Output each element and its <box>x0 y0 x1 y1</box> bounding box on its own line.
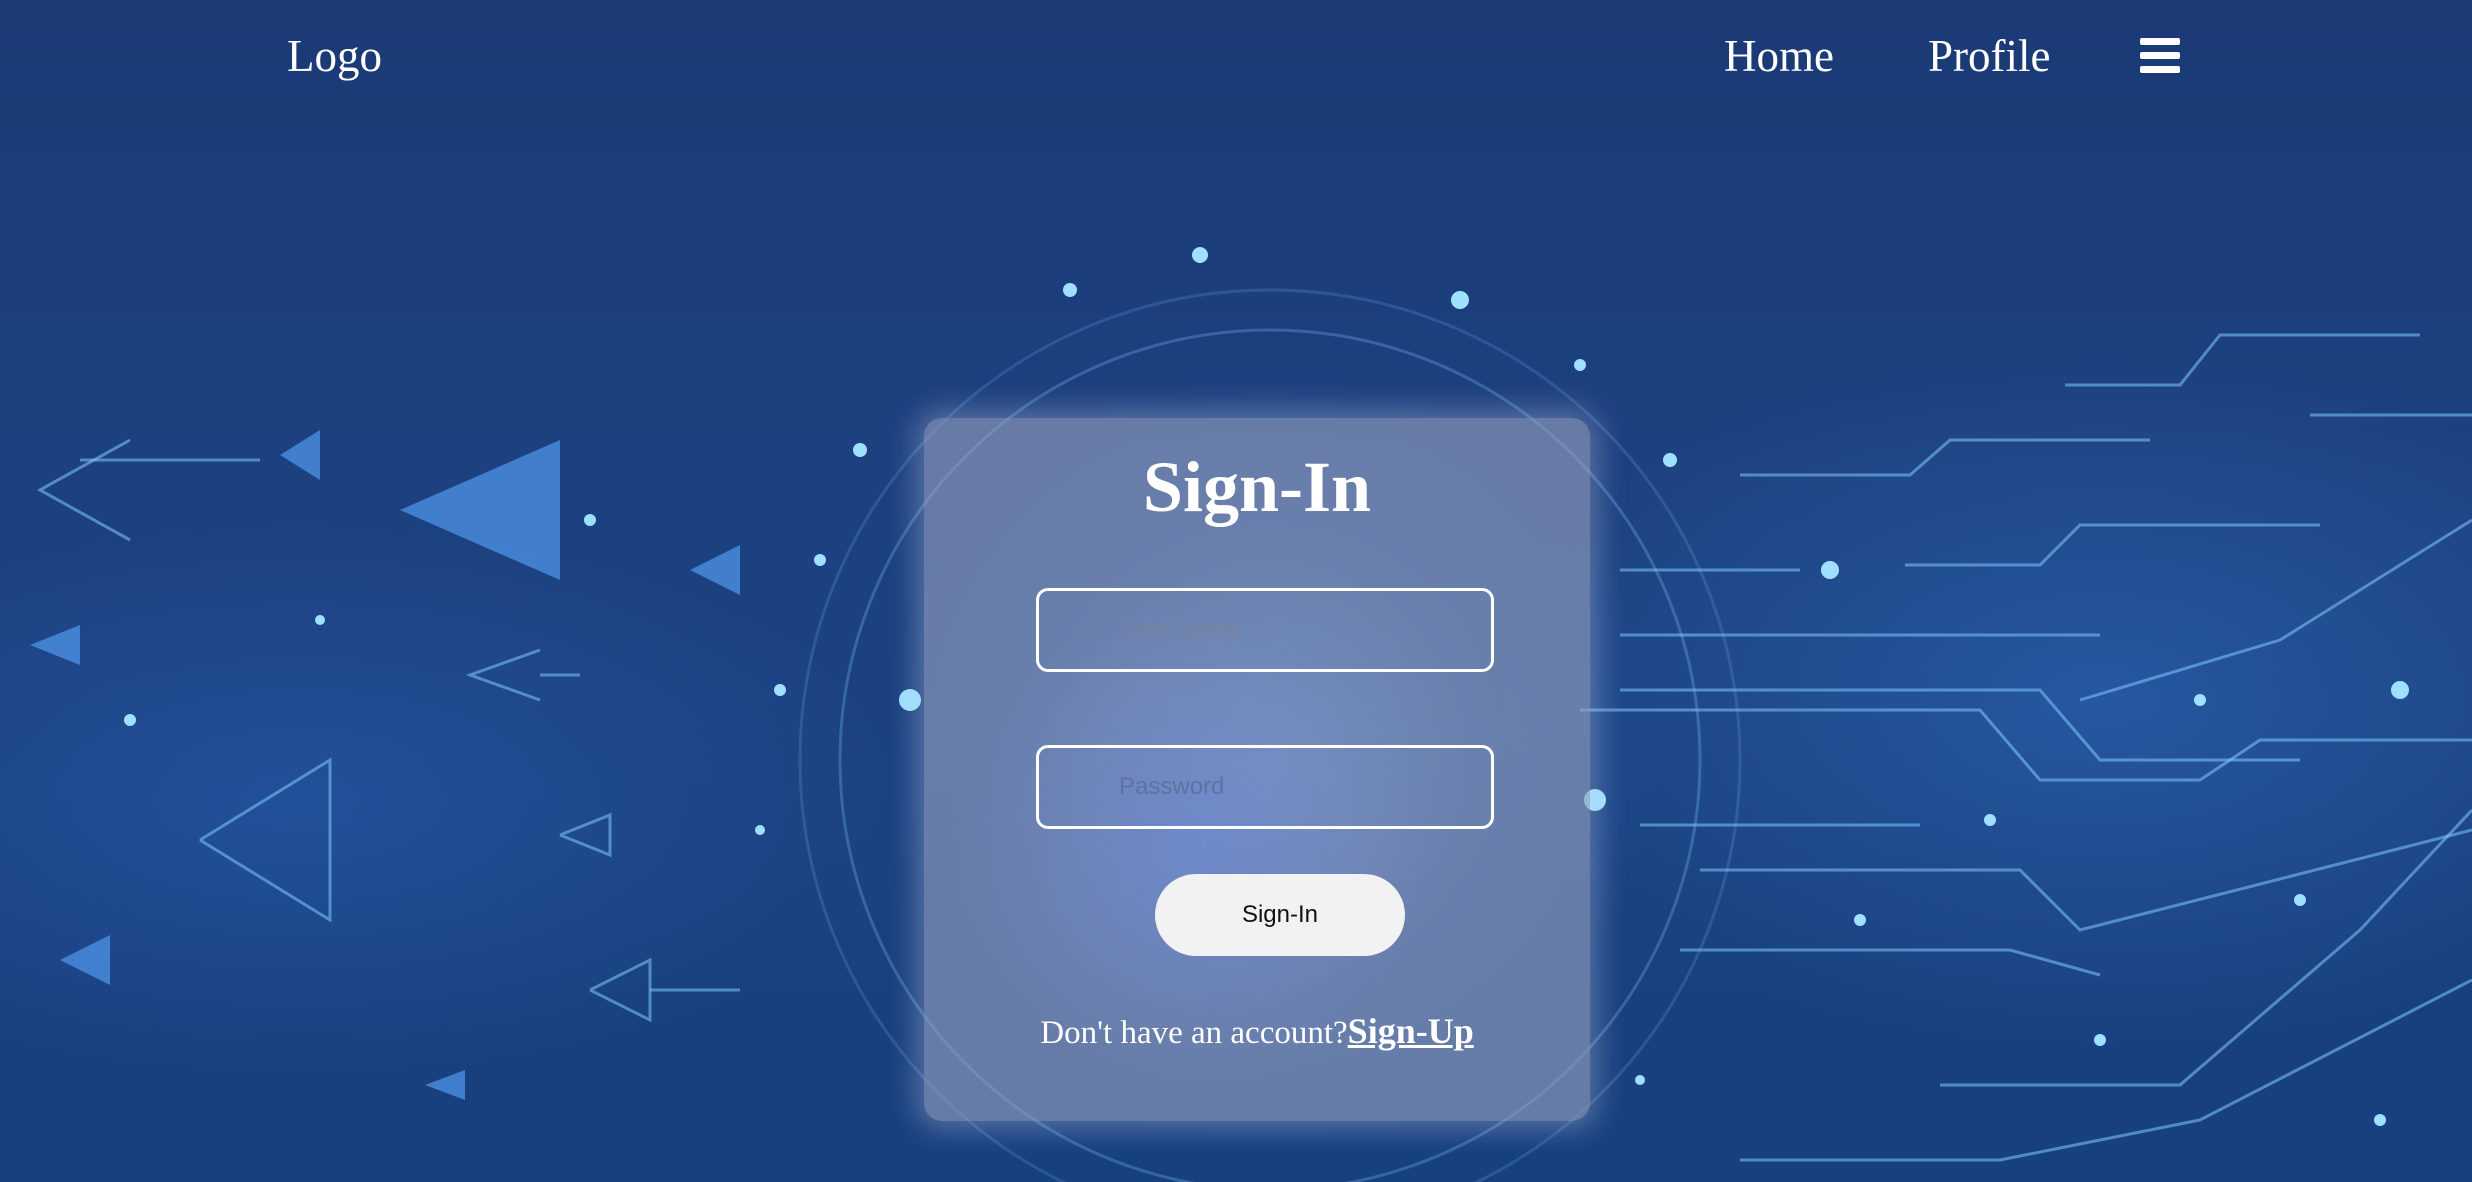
signup-link[interactable]: Sign-Up <box>1348 1011 1474 1051</box>
menu-icon-bar <box>2140 38 2180 45</box>
signin-title: Sign-In <box>1142 447 1372 527</box>
menu-icon-bar <box>2140 52 2180 59</box>
nav-link-profile[interactable]: Profile <box>1928 30 2050 82</box>
signup-prompt: Don't have an account?Sign-Up <box>924 1010 1590 1052</box>
menu-icon-bar <box>2140 66 2180 73</box>
nav-link-home[interactable]: Home <box>1724 30 1834 82</box>
username-input[interactable] <box>1036 588 1494 672</box>
site-logo[interactable]: Logo <box>287 30 382 82</box>
signup-prompt-text: Don't have an account? <box>1040 1015 1348 1051</box>
signin-card: Sign-In Sign-In Don't have an account?Si… <box>924 418 1590 1121</box>
hamburger-menu-icon[interactable] <box>2140 38 2180 74</box>
top-navbar: Logo Home Profile <box>0 0 2472 120</box>
signin-button[interactable]: Sign-In <box>1155 874 1405 956</box>
password-input[interactable] <box>1036 745 1494 829</box>
